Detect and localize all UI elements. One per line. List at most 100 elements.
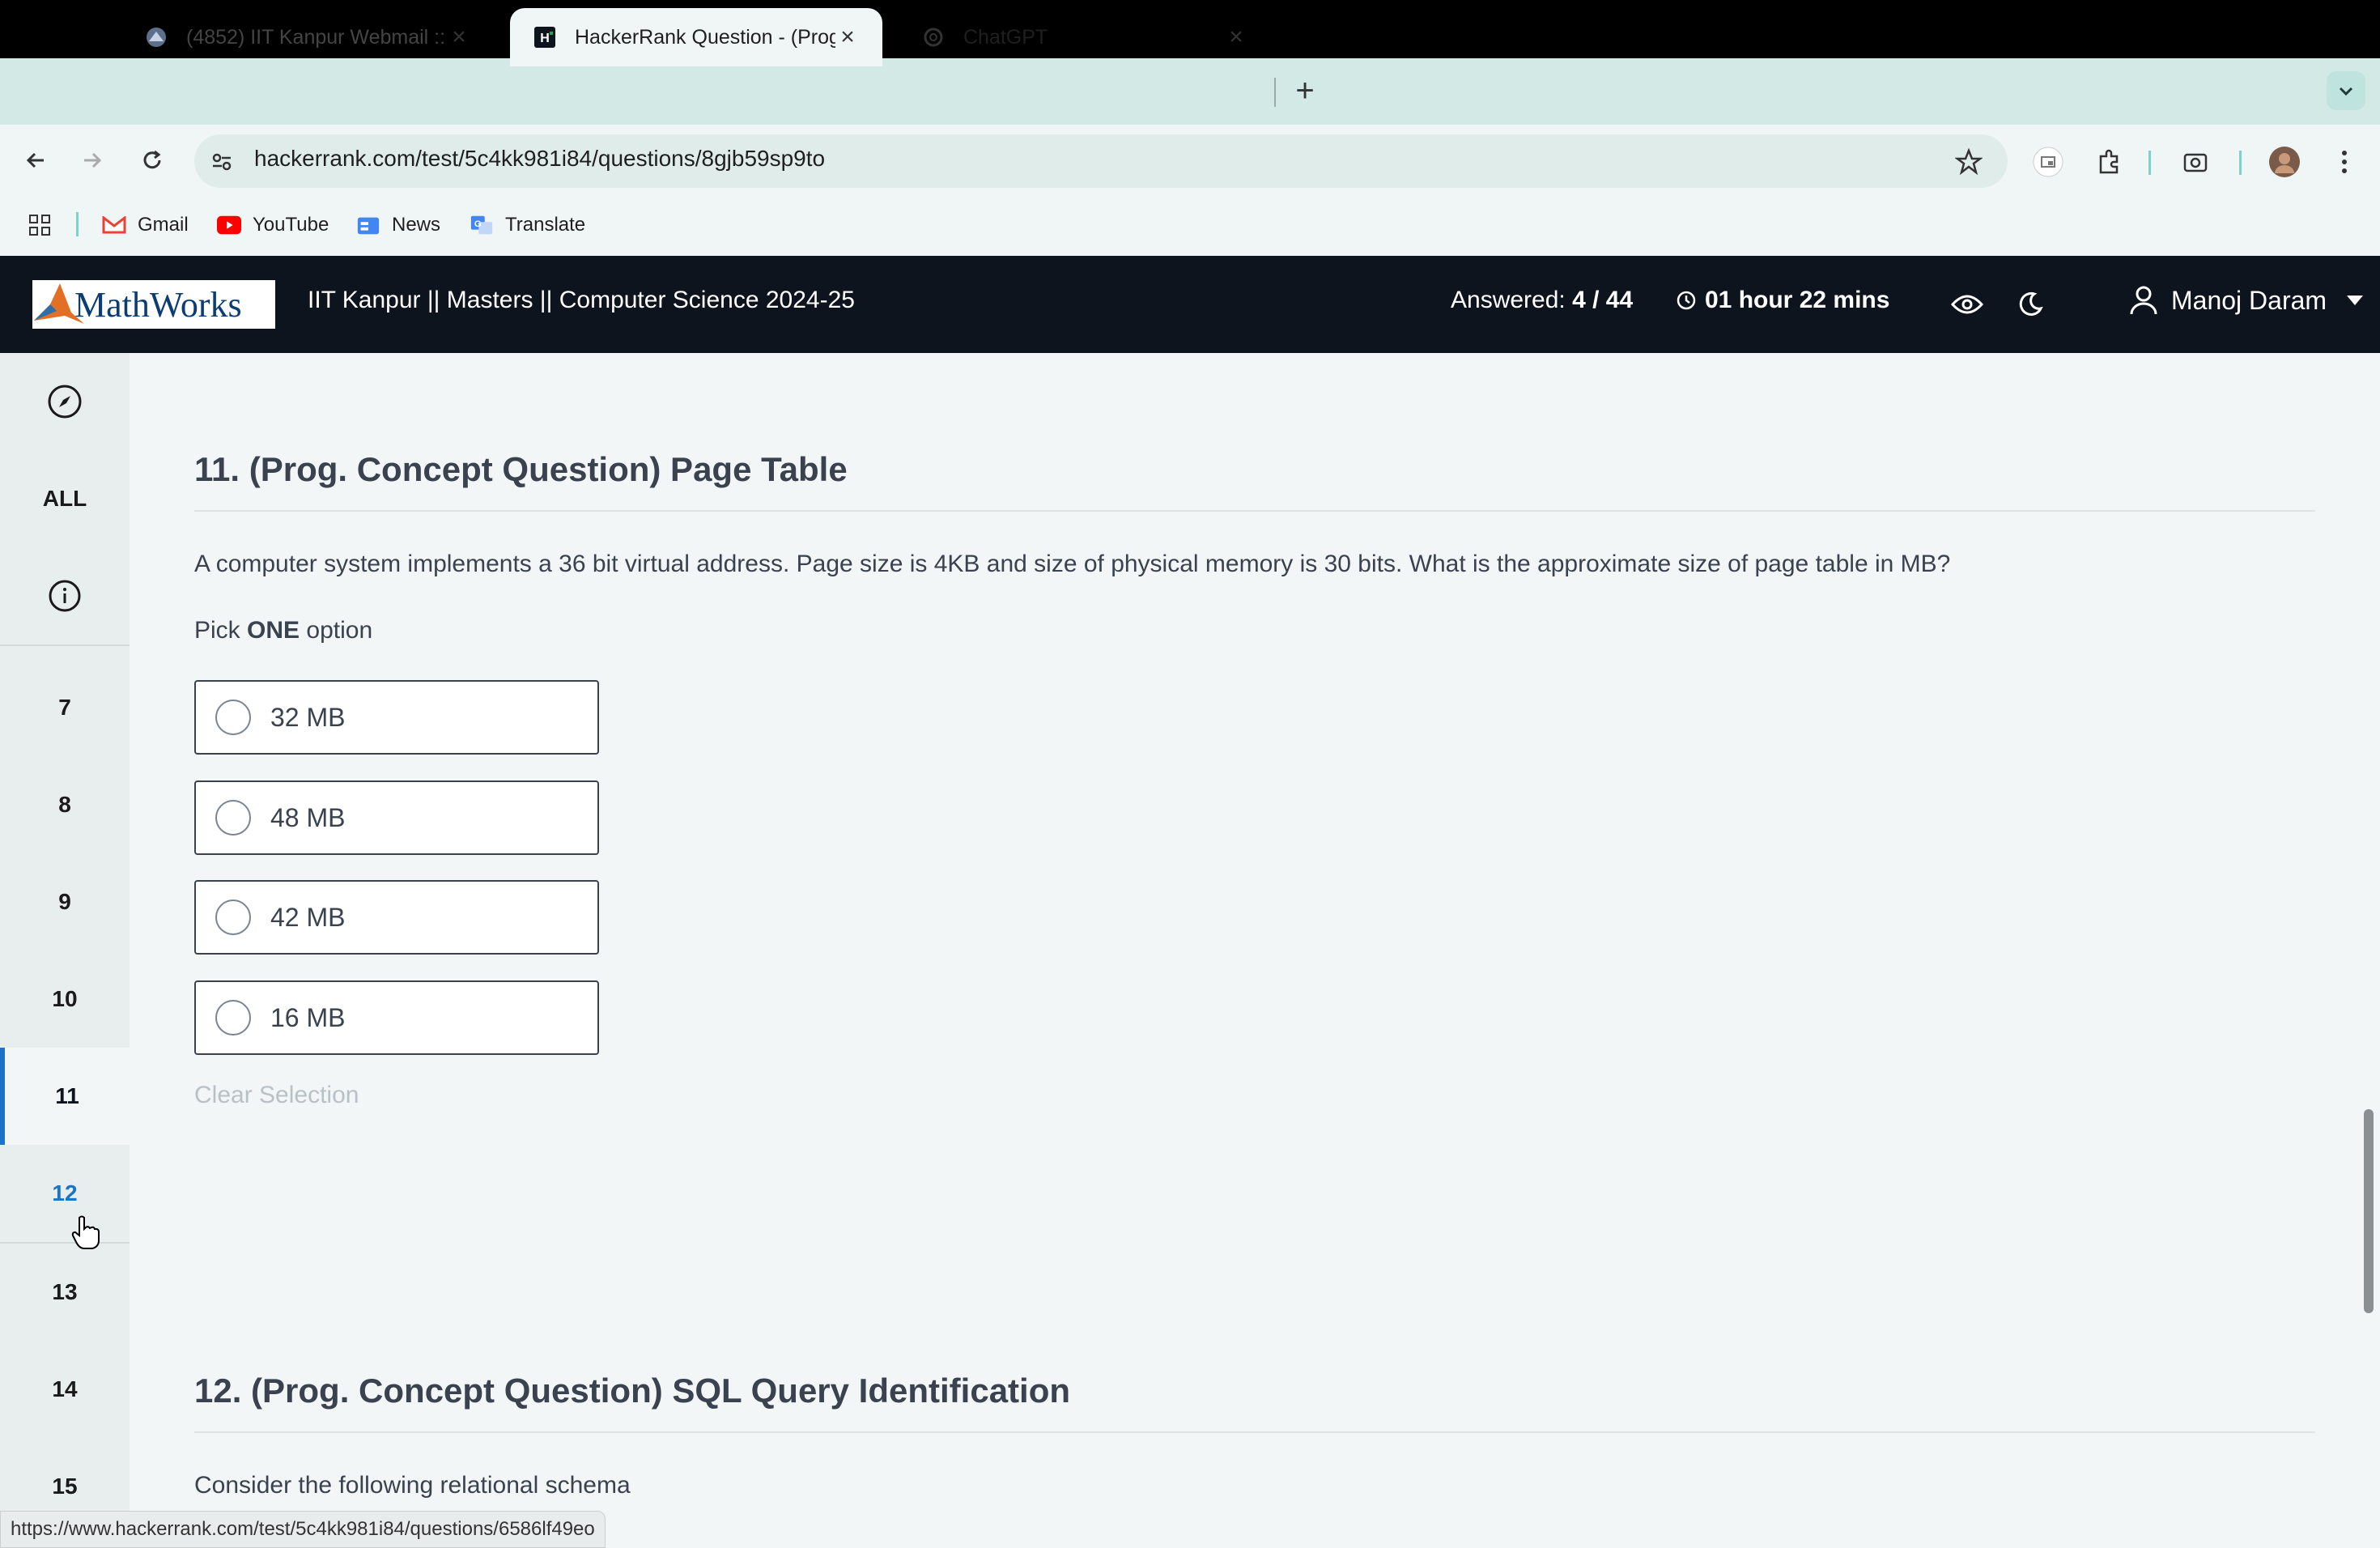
option-label: 16 MB: [270, 1002, 346, 1032]
pick-prefix: Pick: [194, 617, 240, 644]
youtube-icon: [217, 215, 241, 236]
user-menu[interactable]: Manoj Daram: [2129, 285, 2364, 316]
sidebar-item-13[interactable]: 13: [0, 1244, 130, 1341]
timer-text: 01 hour 22 mins: [1705, 287, 1890, 313]
link-status-bar: https://www.hackerrank.com/test/5c4kk981…: [0, 1511, 606, 1548]
bookmark-translate[interactable]: G Translate: [470, 209, 585, 241]
answered-value: 4 / 44: [1572, 287, 1634, 313]
toolbar-divider: [2148, 151, 2151, 175]
site-info-icon[interactable]: [204, 144, 240, 180]
chevron-down-icon: [2339, 87, 2353, 96]
bookmark-news[interactable]: News: [356, 209, 440, 241]
profile-avatar[interactable]: [2267, 144, 2302, 180]
bookmark-label: YouTube: [253, 214, 329, 236]
sidebar-divider: [0, 644, 130, 646]
sidebar-item-14[interactable]: 14: [0, 1341, 130, 1438]
news-icon: [356, 215, 380, 236]
pick-instruction: Pick ONE option: [194, 617, 372, 644]
caret-down-icon: [2347, 296, 2364, 305]
forward-button[interactable]: [74, 142, 110, 178]
tab-search-button[interactable]: [2327, 71, 2365, 110]
question-text: A computer system implements a 36 bit vi…: [194, 551, 1951, 577]
compass-icon[interactable]: [0, 353, 130, 450]
question-title: 12. (Prog. Concept Question) SQL Query I…: [194, 1372, 1071, 1410]
option-2[interactable]: 48 MB: [194, 780, 599, 855]
option-label: 48 MB: [270, 802, 346, 832]
radio-button[interactable]: [215, 899, 251, 935]
apps-icon[interactable]: [28, 209, 52, 241]
option-label: 42 MB: [270, 902, 346, 932]
reload-icon: [143, 150, 161, 169]
svg-text:G: G: [474, 219, 482, 229]
sidebar-item-all[interactable]: ALL: [0, 450, 130, 547]
tab-strip: [0, 58, 2380, 125]
close-icon[interactable]: ×: [835, 23, 860, 50]
dark-mode-icon[interactable]: [2012, 288, 2048, 321]
back-arrow-icon: [26, 152, 44, 168]
option-label: 32 MB: [270, 702, 346, 732]
sidebar-item-8[interactable]: 8: [0, 756, 130, 853]
radio-button[interactable]: [215, 700, 251, 735]
answered-count: Answered: 4 / 44: [1451, 287, 1633, 314]
close-icon[interactable]: ×: [447, 23, 471, 50]
answered-label: Answered:: [1451, 287, 1566, 313]
url-text[interactable]: hackerrank.com/test/5c4kk981i84/question…: [254, 146, 825, 172]
tab-hackerrank[interactable]: H HackerRank Question - (Prog ×: [510, 8, 882, 66]
membrane-icon: [34, 283, 84, 324]
sidebar-item-7[interactable]: 7: [0, 659, 130, 756]
logo-text: MathWorks: [74, 284, 242, 325]
test-title: IIT Kanpur || Masters || Computer Scienc…: [308, 287, 855, 313]
user-name: Manoj Daram: [2171, 285, 2327, 315]
tab-chatgpt[interactable]: ChatGPT ×: [899, 8, 1271, 66]
pick-bold: ONE: [247, 617, 300, 644]
extensions-icon[interactable]: [2092, 144, 2127, 180]
option-1[interactable]: 32 MB: [194, 680, 599, 755]
tab-title: (4852) IIT Kanpur Webmail ::: [186, 25, 446, 49]
radio-button[interactable]: [215, 1000, 251, 1036]
clear-selection-link[interactable]: Clear Selection: [194, 1082, 359, 1109]
screenshot-icon[interactable]: [2178, 144, 2213, 180]
translate-icon: G: [470, 215, 494, 236]
question-title: 11. (Prog. Concept Question) Page Table: [194, 450, 848, 488]
tab-title: ChatGPT: [963, 25, 1048, 49]
timer: 01 hour 22 mins: [1676, 287, 1889, 314]
option-3[interactable]: 42 MB: [194, 880, 599, 955]
bookmark-youtube[interactable]: YouTube: [217, 209, 329, 241]
back-button[interactable]: [18, 142, 53, 178]
info-icon[interactable]: [0, 547, 130, 644]
eye-icon[interactable]: [1949, 288, 1985, 321]
bookmark-label: News: [392, 214, 441, 236]
mathworks-logo: MathWorks: [32, 280, 275, 329]
bookmark-label: Translate: [505, 214, 586, 236]
close-icon[interactable]: ×: [1224, 23, 1248, 50]
sidebar-item-11[interactable]: 11: [0, 1048, 130, 1145]
new-tab-button[interactable]: +: [1289, 71, 1321, 110]
forward-arrow-icon: [84, 152, 102, 168]
user-icon: [2130, 286, 2157, 315]
tab-separator: [1274, 78, 1276, 107]
question-divider: [194, 510, 2315, 512]
clock-icon: [1677, 291, 1696, 310]
hand-cursor-icon: [71, 1214, 100, 1254]
bookmarks-divider: [76, 212, 79, 236]
sidebar-item-12[interactable]: 12: [0, 1145, 130, 1242]
tab-webmail[interactable]: (4852) IIT Kanpur Webmail :: ×: [121, 8, 494, 66]
gmail-icon: [102, 215, 126, 236]
option-4[interactable]: 16 MB: [194, 980, 599, 1055]
sidebar-item-10[interactable]: 10: [0, 950, 130, 1048]
webmail-icon: [144, 25, 168, 49]
chatgpt-icon: [921, 25, 946, 49]
bookmark-label: Gmail: [138, 214, 189, 236]
bookmark-star-icon[interactable]: [1951, 144, 1987, 180]
reload-button[interactable]: [134, 142, 170, 178]
bookmark-gmail[interactable]: Gmail: [102, 209, 189, 241]
more-menu-icon[interactable]: [2327, 144, 2362, 180]
svg-text:H: H: [540, 32, 550, 45]
radio-button[interactable]: [215, 800, 251, 836]
tab-title: HackerRank Question - (Prog: [575, 25, 835, 49]
question-text: Consider the following relational schema: [194, 1472, 631, 1499]
scrollbar-thumb[interactable]: [2364, 1109, 2374, 1313]
sidebar-item-9[interactable]: 9: [0, 853, 130, 950]
question-divider: [194, 1431, 2315, 1433]
cast-icon[interactable]: [2030, 144, 2066, 180]
